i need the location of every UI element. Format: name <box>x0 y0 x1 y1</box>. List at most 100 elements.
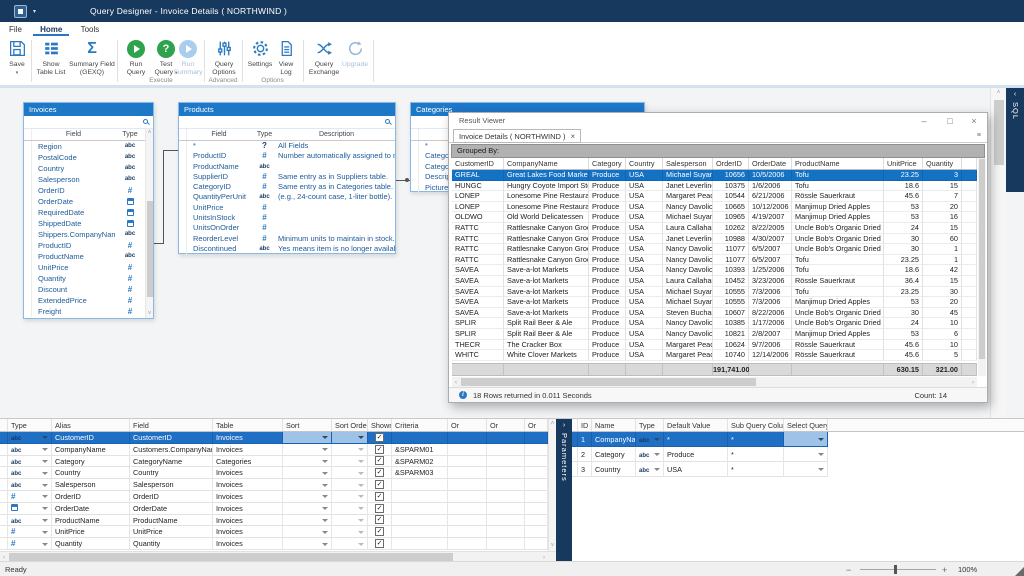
result-cell[interactable]: USA <box>626 287 663 298</box>
parameter-row[interactable]: 2CategoryabcProduce* <box>572 447 1024 462</box>
field-name[interactable]: Discount <box>32 284 115 295</box>
result-cell[interactable]: Michael Suyama <box>663 212 713 223</box>
shown-checkbox[interactable]: ✓ <box>375 504 384 513</box>
alias-cell[interactable]: OrderID <box>52 491 130 503</box>
result-cell[interactable]: Produce <box>589 234 626 245</box>
column-header-or[interactable]: Or <box>525 419 548 431</box>
field-name[interactable]: ProductID <box>32 240 115 251</box>
result-cell[interactable]: 7/3/2006 <box>749 297 792 308</box>
field-row[interactable]: Quantity# <box>24 273 153 284</box>
sort-cell[interactable] <box>283 479 332 491</box>
close-button[interactable]: × <box>967 115 981 127</box>
result-cell[interactable]: Nancy Davolio <box>663 318 713 329</box>
field-name[interactable]: PostalCode <box>32 152 115 163</box>
result-cell[interactable]: Produce <box>589 318 626 329</box>
column-header-shown[interactable]: Shown <box>368 419 392 431</box>
result-cell[interactable]: 45.6 <box>884 350 923 361</box>
result-cell[interactable]: 10/12/2006 <box>749 202 792 213</box>
field-row[interactable]: ProductID#Number automatically assigned … <box>179 151 395 161</box>
result-cell[interactable]: 16 <box>923 212 962 223</box>
column-header-sub-query-column[interactable]: Sub Query Column <box>728 419 784 431</box>
sort-cell[interactable] <box>283 467 332 479</box>
select-query-cell[interactable] <box>784 432 828 447</box>
result-cell[interactable]: Produce <box>589 350 626 361</box>
column-header-id[interactable]: ID <box>578 419 592 431</box>
result-cell[interactable]: 53 <box>884 202 923 213</box>
field-search-input[interactable] <box>179 116 395 129</box>
zoom-in-button[interactable]: + <box>942 565 947 575</box>
result-row[interactable]: SPLIRSplit Rail Beer & AleProduceUSANanc… <box>452 329 977 340</box>
type-cell[interactable]: abc <box>636 462 664 477</box>
field-cell[interactable]: Customers.CompanyName <box>130 444 213 456</box>
result-row[interactable]: OLDWOOld World DelicatessenProduceUSAMic… <box>452 212 977 223</box>
column-header-type[interactable]: Type <box>251 129 278 140</box>
result-cell[interactable]: Rössle Sauerkraut <box>792 340 884 351</box>
query-options-button[interactable]: Query Options <box>206 39 242 77</box>
sort-cell[interactable] <box>283 503 332 515</box>
alias-cell[interactable]: CustomerID <box>52 432 130 444</box>
criteria-cell[interactable]: &SPARM02 <box>392 456 448 468</box>
result-cell[interactable]: WHITC <box>452 350 504 361</box>
result-cell[interactable]: USA <box>626 191 663 202</box>
result-cell[interactable]: SAVEA <box>452 276 504 287</box>
sub-query-column-cell[interactable]: * <box>728 447 784 462</box>
result-cell[interactable]: Manjimup Dried Apples <box>792 202 884 213</box>
result-cell[interactable]: 30 <box>884 308 923 319</box>
result-cell[interactable]: Rattlesnake Canyon Grocery <box>504 244 589 255</box>
sort-order-cell[interactable] <box>332 515 368 527</box>
type-cell[interactable]: abc <box>8 444 52 456</box>
sub-query-column-cell[interactable]: * <box>728 462 784 477</box>
result-tab[interactable]: Invoice Details ( NORTHWIND )× <box>453 129 581 143</box>
type-cell[interactable]: abc <box>8 467 52 479</box>
result-cell[interactable]: 10393 <box>713 265 749 276</box>
criteria-cell[interactable] <box>392 491 448 503</box>
field-name[interactable]: UnitPrice <box>32 262 115 273</box>
result-row[interactable]: RATTCRattlesnake Canyon GroceryProduceUS… <box>452 244 977 255</box>
result-viewer-window[interactable]: Result Viewer – □ × Invoice Details ( NO… <box>448 112 988 403</box>
type-cell[interactable]: abc <box>8 515 52 527</box>
field-cell[interactable]: ProductName <box>130 515 213 527</box>
alias-cell[interactable]: Category <box>52 456 130 468</box>
result-cell[interactable]: USA <box>626 350 663 361</box>
result-cell[interactable]: Save-a-lot Markets <box>504 276 589 287</box>
field-search-input[interactable] <box>24 116 153 129</box>
default-value-cell[interactable]: * <box>664 432 728 447</box>
alias-cell[interactable]: ProductName <box>52 515 130 527</box>
result-cell[interactable]: Save-a-lot Markets <box>504 287 589 298</box>
result-cell[interactable]: 7/3/2006 <box>749 287 792 298</box>
column-header-field[interactable]: Field <box>32 129 115 140</box>
sort-cell[interactable] <box>283 515 332 527</box>
table-window-products[interactable]: Products Field Type Description *?All Fi… <box>178 102 396 254</box>
scrollbar-thumb[interactable] <box>147 201 153 297</box>
type-cell[interactable]: abc <box>8 479 52 491</box>
field-row[interactable]: Discount# <box>24 284 153 295</box>
result-cell[interactable]: 10624 <box>713 340 749 351</box>
result-cell[interactable]: 23.25 <box>884 255 923 266</box>
column-header-sort[interactable]: Sort <box>283 419 332 431</box>
field-grid-row[interactable]: abcProductNameProductNameInvoices✓ <box>0 515 548 527</box>
result-row[interactable]: RATTCRattlesnake Canyon GroceryProduceUS… <box>452 255 977 266</box>
field-name[interactable]: UnitPrice <box>187 203 251 213</box>
field-cell[interactable]: Country <box>130 467 213 479</box>
result-cell[interactable]: Produce <box>589 265 626 276</box>
result-cell[interactable]: USA <box>626 181 663 192</box>
maximize-button[interactable]: □ <box>943 115 957 127</box>
or-cell[interactable] <box>448 503 487 515</box>
result-cell[interactable]: Steven Buchanan <box>663 308 713 319</box>
result-cell[interactable]: White Clover Markets <box>504 350 589 361</box>
column-header-default-value[interactable]: Default Value <box>664 419 728 431</box>
result-cell[interactable]: USA <box>626 255 663 266</box>
result-cell[interactable]: 7 <box>923 191 962 202</box>
result-cell[interactable]: USA <box>626 308 663 319</box>
table-cell[interactable]: Invoices <box>213 515 283 527</box>
scroll-left-icon[interactable]: ‹ <box>452 379 460 387</box>
or-cell[interactable] <box>525 479 548 491</box>
column-header-alias[interactable]: Alias <box>52 419 130 431</box>
result-cell[interactable]: Margaret Peacock <box>663 340 713 351</box>
column-header-customerid[interactable]: CustomerID <box>452 158 504 169</box>
or-cell[interactable] <box>525 503 548 515</box>
criteria-cell[interactable] <box>392 479 448 491</box>
result-cell[interactable]: Nancy Davolio <box>663 265 713 276</box>
expand-left-icon[interactable]: ‹ <box>1006 88 1024 98</box>
result-cell[interactable]: Rössle Sauerkraut <box>792 191 884 202</box>
